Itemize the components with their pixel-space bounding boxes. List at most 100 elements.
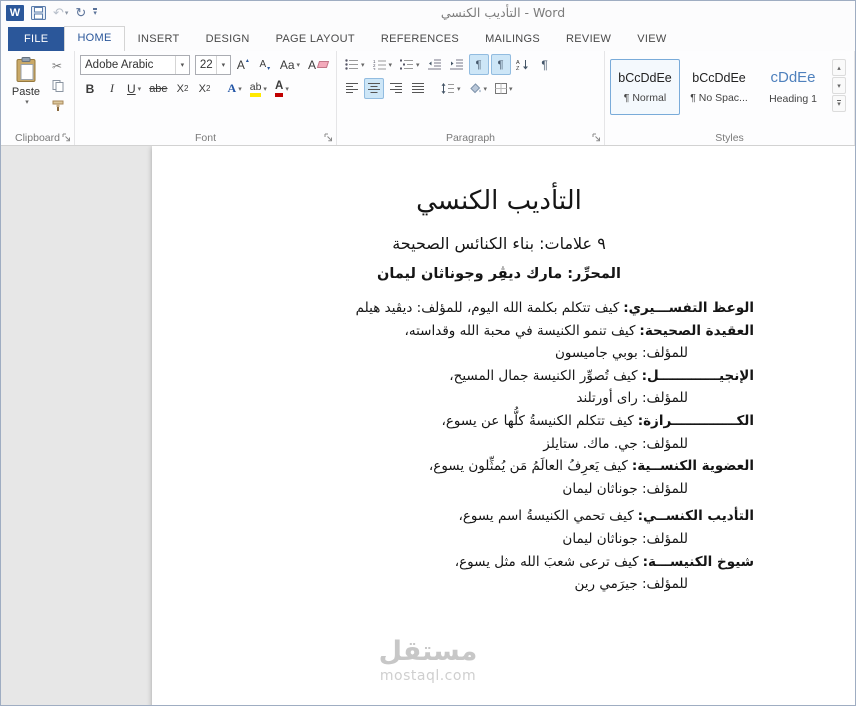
strikethrough-button[interactable]: abe: [146, 78, 170, 99]
font-group-label: Font: [194, 132, 216, 144]
redo-icon: ↻: [75, 4, 87, 20]
underline-button[interactable]: U ▾: [124, 78, 144, 99]
doc-line[interactable]: العقيدة الصحيحة:كيف تنمو الكنيسة في محبة…: [244, 320, 754, 343]
doc-line[interactable]: للمؤلف: جيرَمي رين: [244, 573, 754, 596]
tab-review[interactable]: REVIEW: [553, 27, 624, 51]
superscript-button[interactable]: X2: [195, 78, 215, 99]
chevron-down-icon: ▾: [457, 85, 461, 93]
text-effects-button[interactable]: A ▾: [225, 78, 245, 99]
ltr-paragraph-icon: ¶: [475, 58, 482, 71]
document-page[interactable]: التأديب الكنسي ٩ علامات: بناء الكنائس ال…: [152, 146, 855, 705]
undo-button[interactable]: ↶ ▾: [53, 5, 68, 21]
line-lead: الإنجيـــــــــــــل:: [641, 367, 754, 384]
doc-line[interactable]: للمؤلف: جي. ماك. ستايلز: [244, 433, 754, 456]
shrink-font-button[interactable]: A ▾: [255, 54, 275, 75]
font-size-value: 22: [199, 58, 213, 71]
document-body: الوعظ التفســـيري:كيف تتكلم بكلمة الله ا…: [244, 297, 754, 596]
show-formatting-marks-button[interactable]: ¶: [535, 54, 555, 75]
doc-line[interactable]: للمؤلف: جوناثان ليمان: [244, 528, 754, 551]
bullets-button[interactable]: ▾: [342, 54, 368, 75]
tab-design[interactable]: DESIGN: [193, 27, 263, 51]
doc-line[interactable]: للمؤلف: بوبي جاميسون: [244, 342, 754, 365]
text-highlight-button[interactable]: ab ▾: [247, 78, 270, 99]
tab-references[interactable]: REFERENCES: [368, 27, 472, 51]
clipboard-dialog-launcher[interactable]: [61, 132, 72, 143]
justify-button[interactable]: [408, 78, 428, 99]
tab-page-layout[interactable]: PAGE LAYOUT: [263, 27, 368, 51]
line-spacing-icon: [441, 83, 454, 94]
svg-text:3: 3: [373, 67, 376, 70]
save-icon: [31, 5, 46, 20]
line-text: كيف تتكلم بكلمة الله اليوم، للمؤلف: ديڤي…: [355, 300, 620, 316]
style-normal[interactable]: bCcDdEe ¶ Normal: [610, 59, 680, 115]
paste-button[interactable]: Paste ▾: [6, 54, 46, 115]
numbering-button[interactable]: 123 ▾: [370, 54, 396, 75]
tab-home[interactable]: HOME: [64, 26, 125, 51]
document-subtitle[interactable]: ٩ علامات: بناء الكنائس الصحيحة: [244, 233, 754, 255]
change-case-button[interactable]: Aa ▾: [277, 54, 303, 75]
document-editor-line[interactable]: المحرِّر: مارك ديڤِر وجوناثان ليمان: [244, 263, 754, 285]
font-color-button[interactable]: A ▾: [272, 78, 292, 99]
align-right-button[interactable]: [386, 78, 406, 99]
line-lead: العقيدة الصحيحة:: [639, 322, 754, 339]
tab-mailings[interactable]: MAILINGS: [472, 27, 553, 51]
styles-scroll-up-button[interactable]: ▴: [832, 59, 846, 76]
shrink-font-icon: A: [259, 59, 267, 70]
document-title[interactable]: التأديب الكنسي: [244, 184, 754, 218]
right-to-left-direction-button[interactable]: ¶: [490, 54, 511, 75]
doc-line[interactable]: الإنجيـــــــــــــل:كيف تُصوِّر الكنيسة…: [244, 365, 754, 388]
paragraph-group: ▾ 123 ▾ ▾ ¶ ¶ A Z ¶ ▾ ▾ ▾ Paragraph: [337, 51, 605, 145]
subscript-button[interactable]: X2: [173, 78, 193, 99]
clear-formatting-button[interactable]: A: [305, 54, 331, 75]
paragraph-dialog-launcher[interactable]: [591, 132, 602, 143]
align-left-button[interactable]: [342, 78, 362, 99]
tab-file[interactable]: FILE: [8, 27, 65, 51]
italic-button[interactable]: I: [102, 78, 122, 99]
tab-insert[interactable]: INSERT: [125, 27, 193, 51]
line-text: للمؤلف: جيرَمي رين: [574, 576, 688, 593]
decrease-indent-button[interactable]: [425, 54, 445, 75]
doc-line[interactable]: التأديب الكنســي:كيف تحمي الكنيسةُ اسم ي…: [244, 505, 754, 528]
multilevel-list-button[interactable]: ▾: [397, 54, 423, 75]
font-name-value: Adobe Arabic: [85, 58, 154, 71]
font-name-combo[interactable]: Adobe Arabic ▾: [80, 54, 190, 75]
font-size-combo[interactable]: 22 ▾: [194, 54, 231, 75]
bold-button[interactable]: B: [80, 78, 100, 99]
tab-view[interactable]: VIEW: [624, 27, 679, 51]
grow-font-button[interactable]: A ▴: [233, 54, 253, 75]
doc-line[interactable]: الكــــــــــــــرازة:كيف تتكلم الكنيسةُ…: [244, 410, 754, 433]
rtl-paragraph-icon: ¶: [497, 58, 504, 71]
styles-scroll-down-button[interactable]: ▾: [832, 77, 846, 94]
align-center-button[interactable]: [364, 78, 384, 99]
increase-indent-button[interactable]: [447, 54, 467, 75]
doc-line[interactable]: للمؤلف: راى أورتلند: [244, 387, 754, 410]
customize-quick-access-button[interactable]: ▾: [93, 8, 97, 17]
numbering-icon: 123: [373, 59, 386, 70]
doc-line[interactable]: للمؤلف: جوناثان ليمان: [244, 478, 754, 501]
line-lead: التأديب الكنســي:: [637, 508, 754, 525]
copy-button[interactable]: [49, 77, 69, 95]
borders-button[interactable]: ▾: [492, 78, 516, 99]
highlight-icon: ab: [249, 81, 262, 97]
shading-button[interactable]: ▾: [466, 78, 491, 99]
line-lead: شيوخ الكنيســـة:: [642, 553, 754, 570]
line-spacing-button[interactable]: ▾: [438, 78, 464, 99]
styles-gallery-more-button[interactable]: ▾: [832, 95, 846, 112]
save-button[interactable]: [31, 5, 46, 20]
doc-line[interactable]: العضوية الكنســية:كيف يَعرِفُ العالَمُ م…: [244, 455, 754, 478]
paste-label: Paste: [11, 86, 41, 98]
align-right-icon: [390, 83, 402, 93]
left-to-right-direction-button[interactable]: ¶: [468, 54, 489, 75]
redo-button[interactable]: ↻: [75, 5, 86, 21]
style-no-spacing[interactable]: bCcDdEe ¶ No Spac...: [684, 59, 754, 115]
style-heading-1[interactable]: cDdEe Heading 1: [758, 59, 828, 115]
undo-icon: ↶: [53, 4, 64, 20]
doc-line[interactable]: شيوخ الكنيســـة:كيف ترعى شعبَ الله مثل ي…: [244, 551, 754, 574]
format-painter-button[interactable]: [49, 97, 69, 115]
line-text: للمؤلف: بوبي جاميسون: [554, 345, 688, 362]
doc-line[interactable]: الوعظ التفســـيري:كيف تتكلم بكلمة الله ا…: [244, 297, 754, 320]
dialog-launcher-icon: [592, 133, 600, 141]
font-dialog-launcher[interactable]: [323, 132, 334, 143]
sort-button[interactable]: AZ: [513, 54, 533, 75]
cut-button[interactable]: ✂: [49, 57, 69, 75]
